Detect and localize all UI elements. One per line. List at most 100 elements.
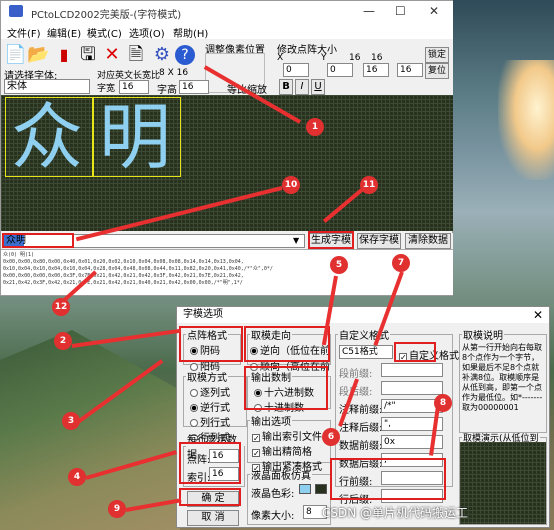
checkbox-icon: ✓: [252, 449, 260, 458]
radio-column-row[interactable]: 列行式: [190, 414, 246, 429]
height-label: 字高: [157, 85, 177, 96]
app-icon: [9, 5, 23, 17]
y-label: Y: [321, 53, 327, 63]
output-options-legend: 输出选项: [251, 417, 291, 428]
height-stepper[interactable]: 16: [397, 63, 423, 77]
italic-button[interactable]: I: [295, 79, 309, 95]
badge-2: 2: [54, 332, 72, 350]
menu-edit[interactable]: 编辑(E): [47, 25, 81, 40]
width-label: 字宽: [97, 84, 116, 94]
width-stepper[interactable]: 16: [363, 63, 389, 77]
gear-icon[interactable]: ⚙: [151, 43, 173, 67]
radio-label: 列行式: [200, 418, 230, 429]
radio-icon: [190, 419, 198, 427]
dot-height-value: 16: [371, 53, 383, 63]
highlight-ok: [179, 488, 241, 506]
minimize-button[interactable]: —: [363, 4, 375, 18]
highlight-input: [2, 233, 74, 248]
font-select[interactable]: 宋体: [4, 79, 90, 94]
lock-button[interactable]: 锁定: [425, 47, 449, 63]
lcd-bg-swatch[interactable]: [315, 484, 327, 494]
menu-file[interactable]: 文件(F): [7, 25, 41, 40]
dialog-title: 字模选项: [177, 307, 549, 323]
field-label: 数据前缀:: [339, 441, 383, 452]
dialog-close-button[interactable]: ✕: [533, 308, 543, 322]
highlight-row-fields: [330, 458, 446, 500]
output-line: 众(0) 明(1): [3, 252, 35, 258]
output-line: 0x10,0x04,0x10,0x04,0x10,0x04,0x28,0x04,…: [3, 266, 273, 272]
radio-label: 逆行式: [200, 403, 230, 414]
lcd-fg-swatch[interactable]: [299, 484, 311, 494]
watermark: CSDN @单片机代码搬运工: [322, 506, 469, 520]
highlight-direction: [244, 326, 330, 362]
char-width-select[interactable]: 16: [119, 80, 149, 94]
open-folder-icon[interactable]: 📂: [27, 43, 49, 67]
checkbox-label: 输出索引文件: [262, 432, 322, 443]
clear-button[interactable]: 清除数据: [405, 233, 451, 249]
delete-icon[interactable]: ✕: [101, 43, 123, 67]
radio-icon: [190, 389, 198, 397]
output-line: 0x00,0x00,0x80,0x00,0x40,0x01,0x20,0x02,…: [3, 259, 244, 265]
help-text: 从第一行开始向右每取8个点作为一个字节，如果最后不足8个点就补满8位。取模顺序是…: [462, 343, 543, 412]
checkbox-icon: ✓: [252, 434, 260, 443]
pixel-size-label: 像素大小:: [251, 511, 295, 522]
x-stepper[interactable]: 0: [283, 63, 309, 77]
menu-mode[interactable]: 模式(C): [87, 25, 122, 40]
x-label: X: [277, 53, 284, 63]
radio-label: 逐列式: [200, 388, 230, 399]
radio-icon: [190, 404, 198, 412]
checkbox-index-file[interactable]: ✓ 输出索引文件: [252, 428, 330, 443]
badge-7: 7: [392, 254, 410, 272]
radio-row[interactable]: 逆行式: [190, 399, 246, 414]
window-title: PCtoLCD2002完美版-(字符模式): [31, 10, 182, 21]
radio-column[interactable]: 逐列式: [190, 384, 246, 399]
save-font-button[interactable]: 保存字模: [357, 233, 401, 249]
export-icon[interactable]: 🖫: [77, 43, 99, 67]
highlight-custom-check: [394, 342, 436, 362]
checkbox-label: 输出精简格: [262, 447, 312, 458]
badge-12: 12: [52, 298, 70, 316]
menu-options[interactable]: 选项(O): [129, 25, 165, 40]
help-group: 取模说明 从第一行开始向右每取8个点作为一个字节，如果最后不足8个点就补满8位。…: [459, 327, 547, 433]
mode-group: 取模方式 逐列式 逆行式 列行式 行列式: [183, 369, 247, 444]
badge-9: 9: [108, 500, 126, 518]
segment-prefix-input[interactable]: [381, 363, 443, 377]
char-height-select[interactable]: 16: [179, 80, 209, 94]
help-icon[interactable]: ?: [175, 45, 195, 65]
ratio-value: 8 X 16: [159, 68, 189, 78]
badge-5: 5: [330, 256, 348, 274]
output-line: 0x00,0x00,0x00,0x00,0x3F,0x7E,0x21,0x42,…: [3, 273, 244, 279]
cancel-button[interactable]: 取 消: [187, 510, 239, 526]
badge-3: 3: [62, 412, 80, 430]
badge-11: 11: [360, 176, 378, 194]
new-file-icon[interactable]: 📄: [4, 43, 26, 67]
demo-preview-canvas: [460, 442, 546, 524]
format-select[interactable]: C51格式: [339, 345, 393, 359]
glyph-1: 众: [11, 95, 84, 179]
checkbox-compact[interactable]: ✓ 输出精简格: [252, 443, 330, 458]
field-label: 注释后缀:: [339, 423, 383, 434]
highlight-dot-format: [179, 326, 243, 362]
document-icon[interactable]: 🗎: [125, 43, 147, 67]
badge-6: 6: [322, 428, 340, 446]
segment-suffix-input[interactable]: [381, 381, 443, 395]
lcd-color-label: 液晶色彩:: [251, 489, 295, 500]
badge-8: 8: [434, 394, 452, 412]
y-stepper[interactable]: 0: [327, 63, 353, 77]
lcd-panel-legend: 液晶面板仿真: [251, 471, 311, 482]
output-text[interactable]: 众(0) 明(1) 0x00,0x00,0x80,0x00,0x40,0x01,0…: [1, 249, 453, 295]
badge-10: 10: [282, 176, 300, 194]
output-options-group: 输出选项 ✓ 输出索引文件 ✓ 输出精简格 ✓ 输出紧凑格式: [247, 413, 331, 473]
maximize-button[interactable]: ☐: [395, 4, 406, 18]
highlight-radix: [244, 366, 328, 410]
help-legend: 取模说明: [463, 331, 503, 342]
badge-4: 4: [68, 468, 86, 486]
underline-button[interactable]: U: [311, 79, 325, 95]
reset-button[interactable]: 复位: [425, 63, 449, 79]
chevron-down-icon[interactable]: ▼: [293, 236, 299, 245]
dot-width-value: 16: [349, 53, 361, 63]
save-icon[interactable]: ▮: [53, 43, 75, 67]
close-button[interactable]: ✕: [429, 4, 439, 18]
bold-button[interactable]: B: [279, 79, 293, 95]
menu-help[interactable]: 帮助(H): [173, 25, 208, 40]
